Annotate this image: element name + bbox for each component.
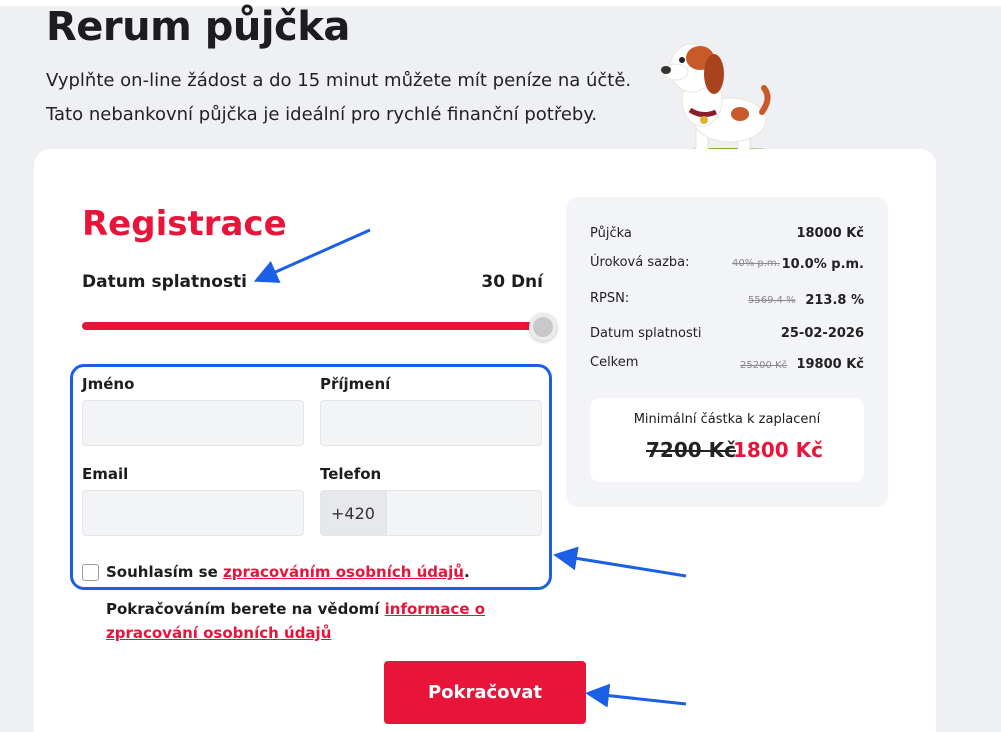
rate-old-value: 40% p.m. xyxy=(732,258,780,269)
minimum-payment-old: 7200 Kč xyxy=(646,438,736,462)
registration-title: Registrace xyxy=(82,204,287,244)
rpsn-value: 213.8 % xyxy=(805,293,864,308)
rate-value: 10.0% p.m. xyxy=(781,257,864,272)
continue-button[interactable]: Pokračovat xyxy=(384,661,586,724)
rpsn-old-value: 5569.4 % xyxy=(748,295,796,306)
due-date-slider-thumb[interactable] xyxy=(529,313,557,341)
due-date-label: Datum splatnosti xyxy=(82,272,248,292)
loan-label: Půjčka xyxy=(590,226,632,241)
due-date-value: 30 Dní xyxy=(481,272,543,292)
minimum-payment-label: Minimální částka k zaplacení xyxy=(633,412,821,427)
hero-description-line-2: Tato nebankovní půjčka je ideální pro ry… xyxy=(46,104,598,125)
minimum-payment-value: 1800 Kč xyxy=(733,438,823,462)
rpsn-label: RPSN: xyxy=(590,291,630,306)
annotation-highlight-box xyxy=(70,364,552,590)
privacy-notice: Pokračováním berete na vědomí informace … xyxy=(106,597,546,645)
total-label: Celkem xyxy=(590,355,639,370)
summary-row-rpsn: RPSN: 5569.4 % 213.8 % xyxy=(590,291,864,308)
summary-due-label: Datum splatnosti xyxy=(590,326,702,341)
summary-row-rate: Úroková sazba: 40% p.m. 10.0% p.m. xyxy=(590,255,864,272)
rate-label: Úroková sazba: xyxy=(590,255,690,270)
summary-row-due-date: Datum splatnosti 25-02-2026 xyxy=(590,326,864,341)
hero-description-line-1: Vyplňte on-line žádost a do 15 minut můž… xyxy=(46,70,632,91)
total-old-value: 25200 Kč xyxy=(740,360,788,371)
notice-prefix: Pokračováním berete na vědomí xyxy=(106,600,385,618)
page-title: Rerum půjčka xyxy=(46,4,350,50)
summary-row-loan: Půjčka 18000 Kč xyxy=(590,226,864,241)
summary-due-value: 25-02-2026 xyxy=(780,326,864,341)
total-value: 19800 Kč xyxy=(796,357,864,372)
loan-value: 18000 Kč xyxy=(796,226,864,241)
summary-row-total: Celkem 25200 Kč 19800 Kč xyxy=(590,355,864,372)
due-date-slider-track[interactable] xyxy=(82,322,544,330)
